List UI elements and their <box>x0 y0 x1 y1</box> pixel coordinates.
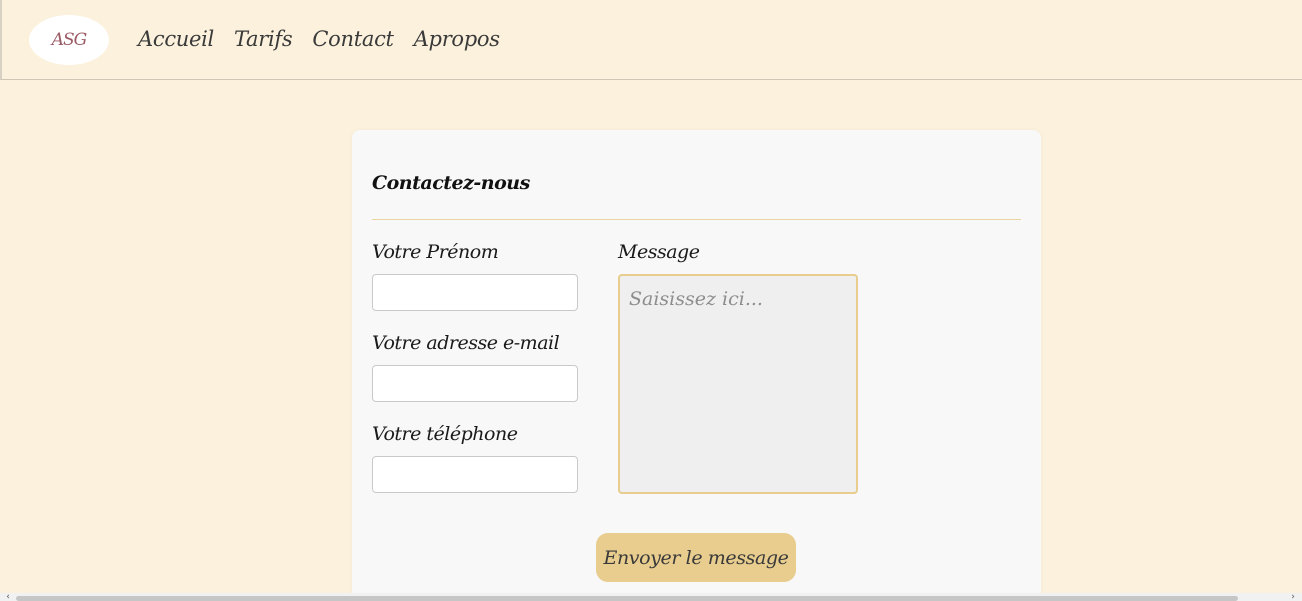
horizontal-scrollbar[interactable] <box>0 593 1302 601</box>
contact-card: Contactez-nous Votre Prénom Votre adress… <box>352 130 1041 601</box>
email-input[interactable] <box>372 365 578 402</box>
nav-link-tarifs[interactable]: Tarifs <box>234 27 293 51</box>
message-textarea[interactable] <box>618 274 858 494</box>
nav-link-apropos[interactable]: Apropos <box>414 27 500 51</box>
email-label: Votre adresse e-mail <box>372 332 560 354</box>
nav-links: Accueil Tarifs Contact Apropos <box>138 27 500 51</box>
scroll-left-icon[interactable]: ‹ <box>3 593 13 601</box>
scroll-right-icon[interactable]: › <box>1288 593 1298 601</box>
site-logo[interactable]: ASG <box>29 15 109 65</box>
send-message-button[interactable]: Envoyer le message <box>596 533 796 582</box>
phone-label: Votre téléphone <box>372 423 518 445</box>
navbar: ASG Accueil Tarifs Contact Apropos <box>0 0 1302 80</box>
nav-link-accueil[interactable]: Accueil <box>138 27 214 51</box>
contact-title: Contactez-nous <box>372 172 530 194</box>
first-name-input[interactable] <box>372 274 578 311</box>
message-label: Message <box>618 241 700 263</box>
title-divider <box>372 219 1021 220</box>
nav-link-contact[interactable]: Contact <box>312 27 394 51</box>
first-name-label: Votre Prénom <box>372 241 499 263</box>
scrollbar-thumb[interactable] <box>16 596 1238 601</box>
phone-input[interactable] <box>372 456 578 493</box>
logo-text: ASG <box>51 30 88 50</box>
